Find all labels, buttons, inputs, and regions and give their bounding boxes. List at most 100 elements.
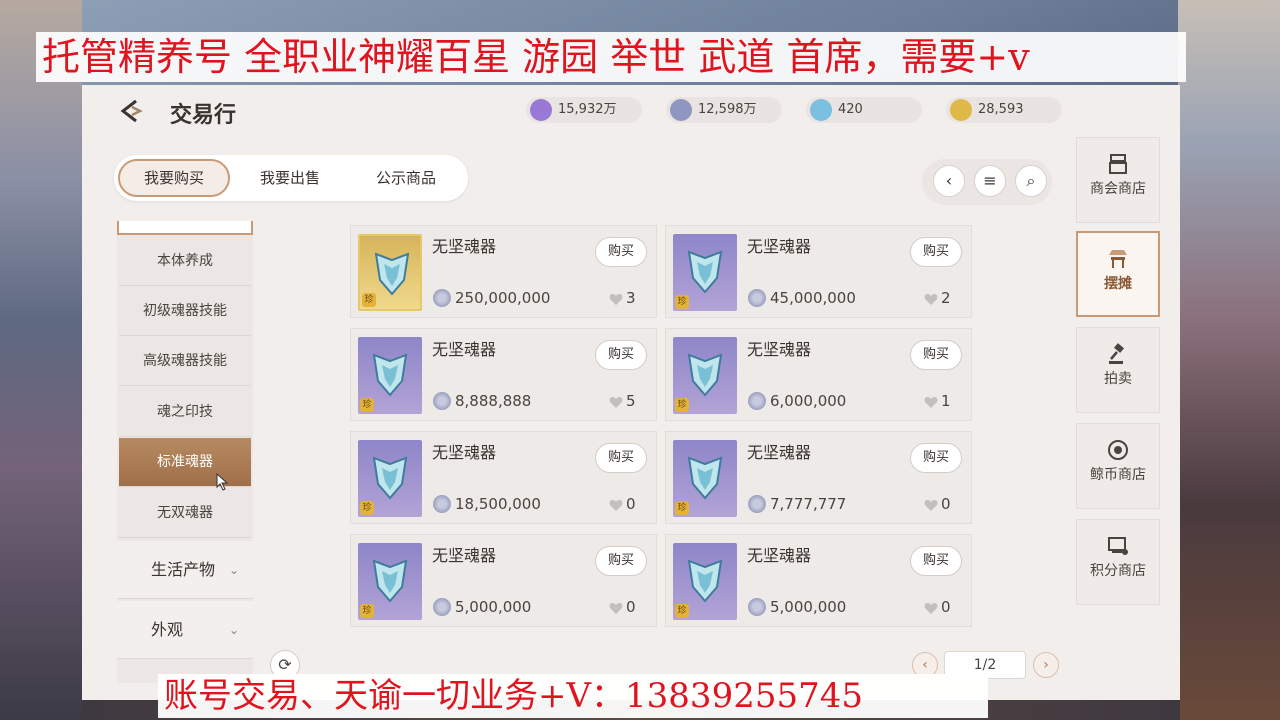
side-nav-whale-coin-shop[interactable]: 鲸币商店 [1076, 423, 1160, 509]
mouse-cursor-icon [216, 473, 229, 491]
item-thumbnail[interactable]: 珍 [673, 440, 737, 517]
category-item-active[interactable]: 标准魂器 [119, 438, 251, 487]
item-name: 无坚魂器 [747, 546, 812, 565]
gold-coin-icon [950, 99, 972, 121]
rare-badge: 珍 [675, 604, 689, 618]
listing-card[interactable]: 珍 无坚魂器 购买 5,000,000 0 [350, 534, 657, 627]
item-price: 5,000,000 [455, 598, 532, 616]
silver-coin-icon [433, 495, 451, 513]
like-count: 0 [941, 495, 951, 513]
back-arrow-icon[interactable] [118, 98, 148, 124]
side-nav-auction[interactable]: 拍卖 [1076, 327, 1160, 413]
item-name: 无坚魂器 [432, 340, 497, 359]
heart-icon[interactable] [609, 600, 623, 614]
listing-card[interactable]: 珍 无坚魂器 购买 45,000,000 2 [665, 225, 972, 318]
top-bar: 交易行 15,932万 12,598万 420 28,593 [82, 85, 1180, 137]
buy-button[interactable]: 购买 [910, 443, 962, 473]
like-count: 1 [941, 392, 951, 410]
background-right [1178, 0, 1280, 720]
listing-card[interactable]: 珍 无坚魂器 购买 6,000,000 1 [665, 328, 972, 421]
side-nav-stall[interactable]: 摆摊 [1076, 231, 1160, 317]
currency-value: 12,598万 [698, 102, 757, 117]
chevron-left-icon[interactable]: ‹ [933, 165, 965, 197]
silver-coin-icon [433, 392, 451, 410]
item-price: 6,000,000 [770, 392, 847, 410]
rare-badge: 珍 [675, 398, 689, 412]
currency-gold-coin: 28,593 [946, 97, 1062, 123]
tab-public-goods[interactable]: 公示商品 [350, 159, 462, 197]
tab-buy[interactable]: 我要购买 [118, 159, 230, 197]
heart-icon[interactable] [924, 600, 938, 614]
side-nav-label: 商会商店 [1090, 181, 1146, 197]
category-group-life-products[interactable]: 生活产物 ⌄ [117, 541, 253, 599]
item-price: 8,888,888 [455, 392, 532, 410]
search-icon[interactable]: ⌕ [1015, 165, 1047, 197]
rare-badge: 珍 [360, 398, 374, 412]
category-group-appearance[interactable]: 外观 ⌄ [117, 601, 253, 659]
item-name: 无坚魂器 [747, 237, 812, 256]
buy-button[interactable]: 购买 [595, 546, 647, 576]
item-thumbnail[interactable]: 珍 [358, 543, 422, 620]
listing-card[interactable]: 珍 无坚魂器 购买 18,500,000 0 [350, 431, 657, 524]
silver-coin-icon [748, 495, 766, 513]
currency-purple-crystal: 15,932万 [526, 97, 642, 123]
side-nav-label: 积分商店 [1090, 563, 1146, 579]
background-left [0, 0, 82, 720]
currency-value: 420 [838, 102, 863, 117]
currency-value: 28,593 [978, 102, 1024, 117]
heart-icon[interactable] [609, 497, 623, 511]
category-item[interactable]: 初级魂器技能 [119, 287, 251, 336]
item-thumbnail[interactable]: 珍 [358, 440, 422, 517]
tab-sell[interactable]: 我要出售 [234, 159, 346, 197]
side-nav-guild-shop[interactable]: 商会商店 [1076, 137, 1160, 223]
category-item[interactable]: 无双魂器 [119, 489, 251, 538]
like-count: 0 [626, 495, 636, 513]
chevron-down-icon: ⌄ [228, 623, 239, 637]
category-item[interactable]: 魂之印技 [119, 388, 251, 437]
rare-badge: 珍 [362, 293, 376, 307]
trading-house-window: 交易行 15,932万 12,598万 420 28,593 我要购买 我要出售… [82, 85, 1180, 700]
heart-icon[interactable] [924, 394, 938, 408]
side-nav-points-shop[interactable]: 积分商店 [1076, 519, 1160, 605]
whale-coin-icon [1108, 440, 1128, 460]
sort-list-icon[interactable]: ≡ [974, 165, 1006, 197]
listing-card[interactable]: 珍 无坚魂器 购买 7,777,777 0 [665, 431, 972, 524]
category-item[interactable]: 高级魂器技能 [119, 337, 251, 386]
item-name: 无坚魂器 [747, 340, 812, 359]
heart-icon[interactable] [609, 394, 623, 408]
next-page-button[interactable]: › [1033, 652, 1059, 678]
currency-value: 15,932万 [558, 102, 617, 117]
heart-icon[interactable] [924, 291, 938, 305]
buy-button[interactable]: 购买 [595, 443, 647, 473]
buy-button[interactable]: 购买 [910, 546, 962, 576]
item-thumbnail[interactable]: 珍 [673, 234, 737, 311]
silver-coin-icon [670, 99, 692, 121]
side-nav-label: 鲸币商店 [1090, 467, 1146, 483]
category-item[interactable]: 本体养成 [119, 237, 251, 286]
item-thumbnail[interactable]: 珍 [358, 337, 422, 414]
item-price: 18,500,000 [455, 495, 541, 513]
item-thumbnail[interactable]: 珍 [358, 234, 422, 311]
buy-button[interactable]: 购买 [910, 340, 962, 370]
chevron-down-icon: ⌄ [228, 563, 239, 577]
rare-badge: 珍 [675, 295, 689, 309]
item-thumbnail[interactable]: 珍 [673, 543, 737, 620]
listing-card[interactable]: 珍 无坚魂器 购买 5,000,000 0 [665, 534, 972, 627]
item-thumbnail[interactable]: 珍 [673, 337, 737, 414]
heart-icon[interactable] [609, 291, 623, 305]
points-shop-icon [1108, 537, 1128, 555]
like-count: 5 [626, 392, 636, 410]
listing-card[interactable]: 珍 无坚魂器 购买 8,888,888 5 [350, 328, 657, 421]
rare-badge: 珍 [360, 501, 374, 515]
heart-icon[interactable] [924, 497, 938, 511]
stall-icon [1109, 250, 1127, 268]
currency-silver-coin: 12,598万 [666, 97, 782, 123]
category-group-label: 外观 [151, 620, 184, 639]
buy-button[interactable]: 购买 [595, 340, 647, 370]
silver-coin-icon [748, 392, 766, 410]
buy-button[interactable]: 购买 [910, 237, 962, 267]
buy-button[interactable]: 购买 [595, 237, 647, 267]
rare-badge: 珍 [360, 604, 374, 618]
listing-card[interactable]: 珍 无坚魂器 购买 250,000,000 3 [350, 225, 657, 318]
item-name: 无坚魂器 [432, 443, 497, 462]
